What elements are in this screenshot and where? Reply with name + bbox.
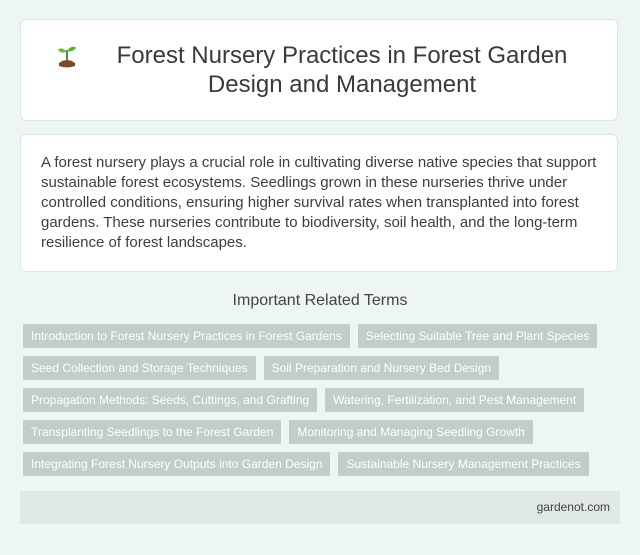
related-term-tag[interactable]: Soil Preparation and Nursery Bed Design bbox=[263, 356, 500, 380]
description-text: A forest nursery plays a crucial role in… bbox=[41, 154, 597, 251]
sprout-icon bbox=[58, 46, 76, 68]
page-title: Forest Nursery Practices in Forest Garde… bbox=[116, 42, 568, 98]
title-card: Forest Nursery Practices in Forest Garde… bbox=[20, 19, 618, 121]
related-term-tag[interactable]: Watering, Fertilization, and Pest Manage… bbox=[325, 388, 585, 412]
related-term-tag[interactable]: Monitoring and Managing Seedling Growth bbox=[289, 420, 533, 444]
related-term-tag[interactable]: Sustainable Nursery Management Practices bbox=[338, 452, 589, 476]
footer: gardenot.com bbox=[20, 491, 620, 524]
related-terms-list: Introduction to Forest Nursery Practices… bbox=[23, 324, 623, 484]
related-term-tag[interactable]: Propagation Methods: Seeds, Cuttings, an… bbox=[23, 388, 318, 412]
related-term-tag[interactable]: Introduction to Forest Nursery Practices… bbox=[23, 324, 350, 348]
tag-row: Propagation Methods: Seeds, Cuttings, an… bbox=[23, 388, 623, 412]
related-term-tag[interactable]: Integrating Forest Nursery Outputs into … bbox=[23, 452, 331, 476]
tag-row: Seed Collection and Storage Techniques S… bbox=[23, 356, 623, 380]
tag-row: Integrating Forest Nursery Outputs into … bbox=[23, 452, 623, 476]
related-term-tag[interactable]: Seed Collection and Storage Techniques bbox=[23, 356, 256, 380]
related-term-tag[interactable]: Transplanting Seedlings to the Forest Ga… bbox=[23, 420, 282, 444]
description-card: A forest nursery plays a crucial role in… bbox=[20, 134, 618, 272]
tag-row: Introduction to Forest Nursery Practices… bbox=[23, 324, 623, 348]
related-terms-heading: Important Related Terms bbox=[232, 292, 408, 309]
title-wrap: Forest Nursery Practices in Forest Garde… bbox=[21, 41, 617, 99]
footer-site-link[interactable]: gardenot.com bbox=[537, 500, 610, 514]
tag-row: Transplanting Seedlings to the Forest Ga… bbox=[23, 420, 623, 444]
related-term-tag[interactable]: Selecting Suitable Tree and Plant Specie… bbox=[357, 324, 598, 348]
